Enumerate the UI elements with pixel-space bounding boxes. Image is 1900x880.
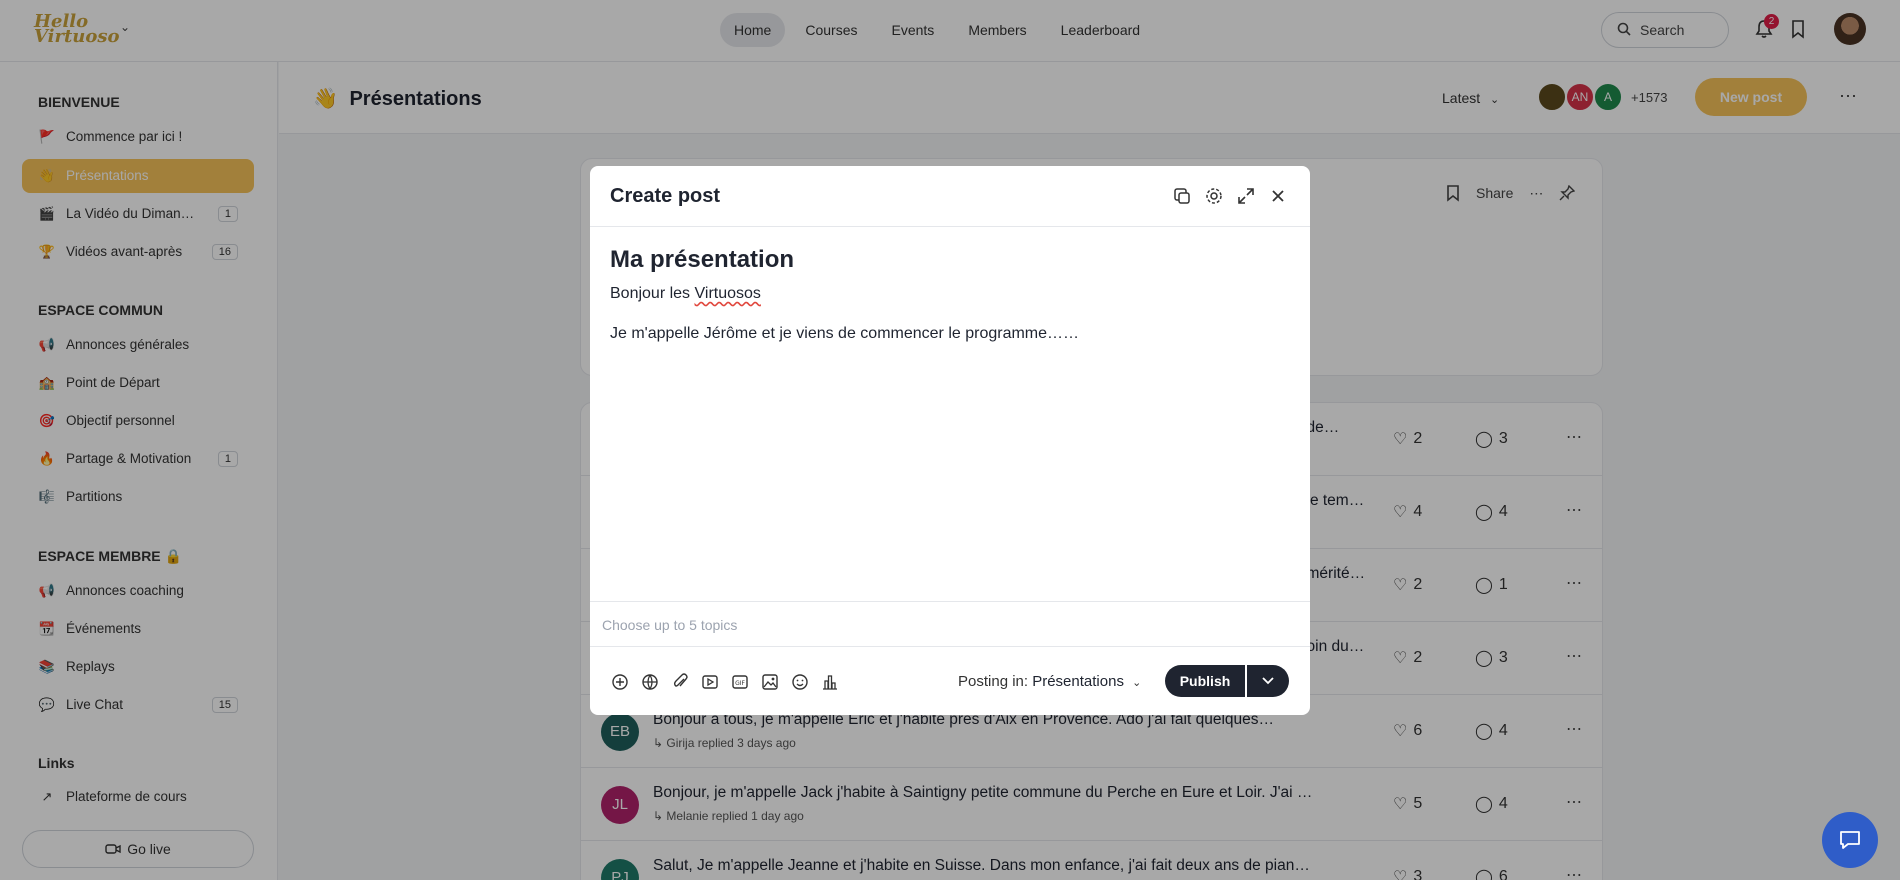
post-title-input[interactable]: Ma présentation — [610, 246, 794, 274]
posting-in-selector[interactable]: Posting in: Présentations ⌄ — [958, 673, 1141, 690]
close-icon[interactable] — [1268, 186, 1288, 206]
topics-placeholder: Choose up to 5 topics — [602, 617, 738, 633]
publish-button[interactable]: Publish — [1165, 665, 1245, 697]
modal-title: Create post — [610, 185, 721, 207]
chat-launcher-button[interactable] — [1822, 812, 1878, 868]
gear-icon[interactable] — [1204, 186, 1224, 206]
misspelled-word: Virtuosos — [694, 285, 761, 302]
body-text: Bonjour les — [610, 285, 695, 302]
chat-icon — [1840, 831, 1860, 849]
poll-icon[interactable] — [820, 672, 840, 692]
gif-icon[interactable]: GIF — [730, 672, 750, 692]
post-body-line-1[interactable]: Bonjour les Virtuosos — [610, 285, 761, 303]
video-icon[interactable] — [700, 672, 720, 692]
posting-in-label: Posting in: — [958, 673, 1029, 690]
topics-selector[interactable]: Choose up to 5 topics — [590, 601, 1310, 647]
posting-in-value: Présentations — [1032, 673, 1124, 690]
image-icon[interactable] — [760, 672, 780, 692]
template-icon[interactable] — [1172, 186, 1192, 206]
chevron-down-icon — [1262, 677, 1274, 685]
attachment-icon[interactable] — [670, 672, 690, 692]
modal-header: Create post — [590, 166, 1310, 227]
chevron-down-icon: ⌄ — [1132, 677, 1142, 689]
post-body-line-2[interactable]: Je m'appelle Jérôme et je viens de comme… — [610, 325, 1079, 343]
create-post-modal: Create post Ma présentation Bonjour les … — [590, 166, 1310, 715]
embed-icon[interactable] — [640, 672, 660, 692]
svg-text:GIF: GIF — [735, 680, 745, 687]
expand-icon[interactable] — [1236, 186, 1256, 206]
publish-options-button[interactable] — [1247, 665, 1289, 697]
editor-toolbar: GIF — [610, 672, 840, 692]
emoji-icon[interactable] — [790, 672, 810, 692]
add-icon[interactable] — [610, 672, 630, 692]
